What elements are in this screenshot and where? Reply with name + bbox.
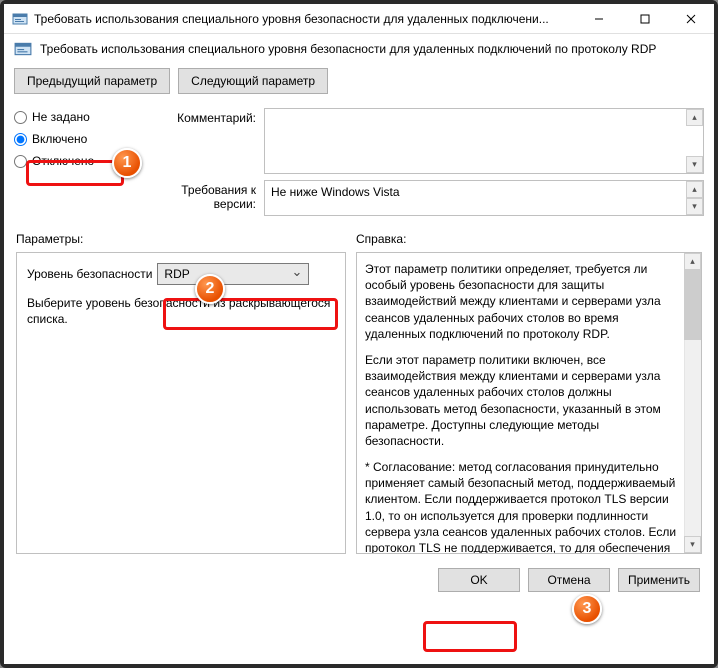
ok-button[interactable]: OK [438, 568, 520, 592]
titlebar: Требовать использования специального уро… [4, 4, 714, 34]
cancel-button[interactable]: Отмена [528, 568, 610, 592]
params-hint: Выберите уровень безопасности из раскрыв… [27, 295, 335, 327]
next-setting-button[interactable]: Следующий параметр [178, 68, 328, 94]
help-panel: ▴ ▾ Этот параметр политики определяет, т… [356, 252, 702, 554]
scroll-up-icon[interactable]: ▴ [684, 253, 701, 270]
supported-label: Требования к версии: [136, 180, 256, 211]
state-radio-group: Не задано Включено Отключено [14, 108, 124, 216]
params-panel: Уровень безопасности RDP Выберите уровен… [16, 252, 346, 554]
policy-header: Требовать использования специального уро… [4, 34, 714, 62]
help-section-label: Справка: [356, 232, 702, 246]
scroll-up-icon[interactable]: ▴ [686, 181, 703, 198]
security-level-label: Уровень безопасности [27, 267, 152, 281]
policy-dialog: Требовать использования специального уро… [4, 4, 714, 664]
prev-setting-button[interactable]: Предыдущий параметр [14, 68, 170, 94]
scroll-down-icon[interactable]: ▾ [686, 156, 703, 173]
radio-disabled[interactable]: Отключено [14, 154, 124, 168]
scroll-up-icon[interactable]: ▴ [686, 109, 703, 126]
policy-icon [14, 40, 32, 58]
minimize-button[interactable] [576, 4, 622, 34]
comment-textarea[interactable]: ▴ ▾ [264, 108, 704, 174]
window-title: Требовать использования специального уро… [34, 12, 576, 26]
supported-value-box: Не ниже Windows Vista ▴ ▾ [264, 180, 704, 216]
security-level-combobox[interactable]: RDP [157, 263, 309, 285]
scrollbar-thumb[interactable] [684, 270, 701, 340]
help-paragraph: Этот параметр политики определяет, требу… [365, 261, 681, 342]
dialog-footer: OK Отмена Применить [4, 558, 714, 604]
maximize-button[interactable] [622, 4, 668, 34]
comment-label: Комментарий: [136, 108, 256, 125]
params-section-label: Параметры: [16, 232, 346, 246]
policy-icon [12, 11, 28, 27]
scroll-down-icon[interactable]: ▾ [686, 198, 703, 215]
policy-title: Требовать использования специального уро… [40, 42, 656, 56]
radio-enabled[interactable]: Включено [14, 132, 124, 146]
radio-not-configured[interactable]: Не задано [14, 110, 124, 124]
scroll-down-icon[interactable]: ▾ [684, 536, 701, 553]
help-paragraph: Если этот параметр политики включен, все… [365, 352, 681, 449]
help-paragraph: * Согласование: метод согласования прину… [365, 459, 681, 554]
apply-button[interactable]: Применить [618, 568, 700, 592]
close-button[interactable] [668, 4, 714, 34]
